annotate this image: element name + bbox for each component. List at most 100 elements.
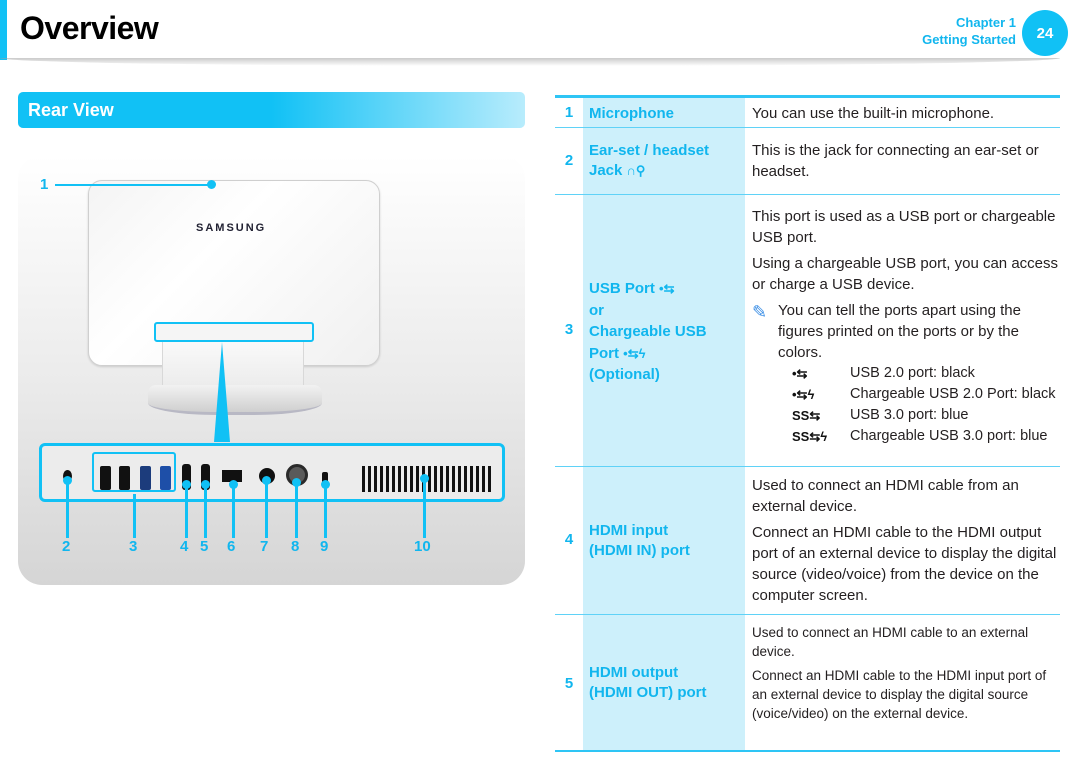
callout-label-3: 3 bbox=[129, 538, 138, 555]
vent-slot bbox=[416, 466, 419, 492]
row-name-line: (HDMI IN) port bbox=[589, 542, 690, 559]
callout-label-8: 8 bbox=[291, 538, 300, 555]
vent-slot bbox=[434, 466, 437, 492]
page-title: Overview bbox=[20, 10, 159, 46]
callout-label-6: 6 bbox=[227, 538, 236, 555]
legend-usb-3: SS⇆ USB 3.0 port: blue bbox=[752, 405, 1062, 426]
legend-usb-3-charge: SS⇆ϟ Chargeable USB 3.0 port: blue bbox=[752, 426, 1062, 447]
callout-line-10 bbox=[423, 482, 426, 538]
table-row-usb-port: 3 USB Port •⇆ or Chargeable USB Port •⇆ϟ… bbox=[555, 195, 1060, 467]
callout-label-4: 4 bbox=[180, 538, 189, 555]
row-name-line: Port bbox=[589, 344, 619, 362]
vent-slot bbox=[458, 466, 461, 492]
legend-text: USB 3.0 port: blue bbox=[850, 407, 969, 423]
row-name: USB Port •⇆ or Chargeable USB Port •⇆ϟ (… bbox=[583, 195, 745, 466]
usb-2-icon: •⇆ bbox=[792, 366, 808, 381]
row-number: 3 bbox=[564, 321, 574, 338]
callout-line-4 bbox=[185, 488, 188, 538]
legend-text: Chargeable USB 2.0 Port: black bbox=[850, 386, 1056, 402]
usb-2-charge-icon: •⇆ϟ bbox=[792, 387, 815, 402]
vent-slot bbox=[488, 466, 491, 492]
section-title: Rear View bbox=[28, 100, 114, 120]
desc-line: Used to connect an HDMI cable to an exte… bbox=[752, 625, 1029, 659]
desc-line: Used to connect an HDMI cable from an ex… bbox=[752, 477, 1019, 515]
header-divider bbox=[0, 58, 1060, 66]
desc-line: This port is used as a USB port or charg… bbox=[752, 208, 1056, 246]
row-number: 5 bbox=[564, 675, 574, 692]
desc-line: Connect an HDMI cable to the HDMI input … bbox=[752, 668, 1047, 721]
vent-slot bbox=[464, 466, 467, 492]
callout-label-7: 7 bbox=[260, 538, 269, 555]
usb-3-charge-icon: SS⇆ϟ bbox=[792, 429, 828, 444]
callout-line-6 bbox=[232, 488, 235, 538]
row-description: This is the jack for connecting an ear-s… bbox=[752, 140, 1062, 187]
row-name-line: (HDMI OUT) port bbox=[589, 684, 707, 701]
note-text: You can tell the ports apart using the f… bbox=[778, 302, 1021, 361]
vent-slot bbox=[368, 466, 371, 492]
row-name-line: Chargeable USB bbox=[589, 323, 707, 340]
desc-line: Connect an HDMI cable to the HDMI output… bbox=[752, 524, 1057, 604]
table-row-headset-jack: 2 Ear-set / headset Jack ∩⚲ This is the … bbox=[555, 128, 1060, 195]
vent-slot bbox=[398, 466, 401, 492]
callout-line-9 bbox=[324, 488, 327, 538]
callout-label-1: 1 bbox=[40, 176, 49, 193]
desc-line: You can use the built-in microphone. bbox=[752, 105, 995, 122]
vent-slot bbox=[452, 466, 455, 492]
table-row-hdmi-output: 5 HDMI output (HDMI OUT) port Used to co… bbox=[555, 615, 1060, 752]
zoom-callout-pointer bbox=[214, 342, 230, 442]
row-description: Used to connect an HDMI cable to an exte… bbox=[752, 623, 1062, 728]
header-accent-bar bbox=[0, 0, 7, 60]
vent-slot bbox=[482, 466, 485, 492]
usb-port-3 bbox=[140, 466, 151, 490]
page-number-badge: 24 bbox=[1022, 10, 1068, 56]
port-strip-highlight bbox=[154, 322, 314, 342]
usb-port-4 bbox=[160, 466, 171, 490]
row-name-line: Jack bbox=[589, 162, 623, 179]
legend-text: Chargeable USB 3.0 port: blue bbox=[850, 428, 1048, 444]
row-name: Ear-set / headset Jack ∩⚲ bbox=[583, 128, 745, 194]
desc-line: Using a chargeable USB port, you can acc… bbox=[752, 255, 1058, 293]
row-name-line: Ear-set / headset bbox=[589, 142, 710, 159]
headset-mic-icon: ∩⚲ bbox=[626, 163, 646, 178]
monitor-stand-base bbox=[148, 385, 322, 415]
vent-slot bbox=[410, 466, 413, 492]
note: ✎ You can tell the ports apart using the… bbox=[752, 300, 1062, 363]
brand-logo: SAMSUNG bbox=[196, 222, 267, 234]
callout-line-8 bbox=[295, 486, 298, 538]
row-number: 4 bbox=[564, 531, 574, 548]
usb-icon: •⇆ bbox=[659, 281, 675, 296]
vent-slot bbox=[476, 466, 479, 492]
row-description: Used to connect an HDMI cable from an ex… bbox=[752, 475, 1062, 611]
row-name-line: HDMI output bbox=[589, 664, 679, 681]
row-number: 1 bbox=[564, 104, 574, 121]
usb-port-2 bbox=[119, 466, 130, 490]
legend-usb-2-charge: •⇆ϟ Chargeable USB 2.0 Port: black bbox=[752, 384, 1062, 405]
vent-slot bbox=[380, 466, 383, 492]
chapter-title: Getting Started bbox=[922, 32, 1016, 47]
vent-slot bbox=[362, 466, 365, 492]
vent-slot bbox=[386, 466, 389, 492]
row-description: You can use the built-in microphone. bbox=[752, 103, 1062, 129]
callout-label-2: 2 bbox=[62, 538, 71, 555]
vent-slot bbox=[392, 466, 395, 492]
row-name-line: (Optional) bbox=[589, 366, 660, 383]
callout-label-9: 9 bbox=[320, 538, 329, 555]
section-header: Rear View bbox=[18, 92, 525, 128]
vent-slot bbox=[470, 466, 473, 492]
callout-label-10: 10 bbox=[414, 538, 431, 555]
vent-slot bbox=[446, 466, 449, 492]
chapter-label: Chapter 1 Getting Started bbox=[922, 14, 1016, 48]
desc-line: This is the jack for connecting an ear-s… bbox=[752, 142, 1039, 180]
microphone-marker bbox=[207, 180, 216, 189]
row-name: HDMI output (HDMI OUT) port bbox=[583, 615, 745, 750]
vent-slot bbox=[440, 466, 443, 492]
row-name-line: HDMI input bbox=[589, 522, 669, 539]
usb-3-icon: SS⇆ bbox=[792, 408, 821, 423]
row-name-line: USB Port bbox=[589, 280, 655, 297]
table-row-microphone: 1 Microphone You can use the built-in mi… bbox=[555, 98, 1060, 128]
legend-usb-2: •⇆ USB 2.0 port: black bbox=[752, 363, 1062, 384]
callout-line-1 bbox=[55, 184, 210, 186]
usb-charge-icon: •⇆ϟ bbox=[623, 345, 646, 361]
table-row-hdmi-input: 4 HDMI input (HDMI IN) port Used to conn… bbox=[555, 467, 1060, 615]
callout-label-5: 5 bbox=[200, 538, 209, 555]
